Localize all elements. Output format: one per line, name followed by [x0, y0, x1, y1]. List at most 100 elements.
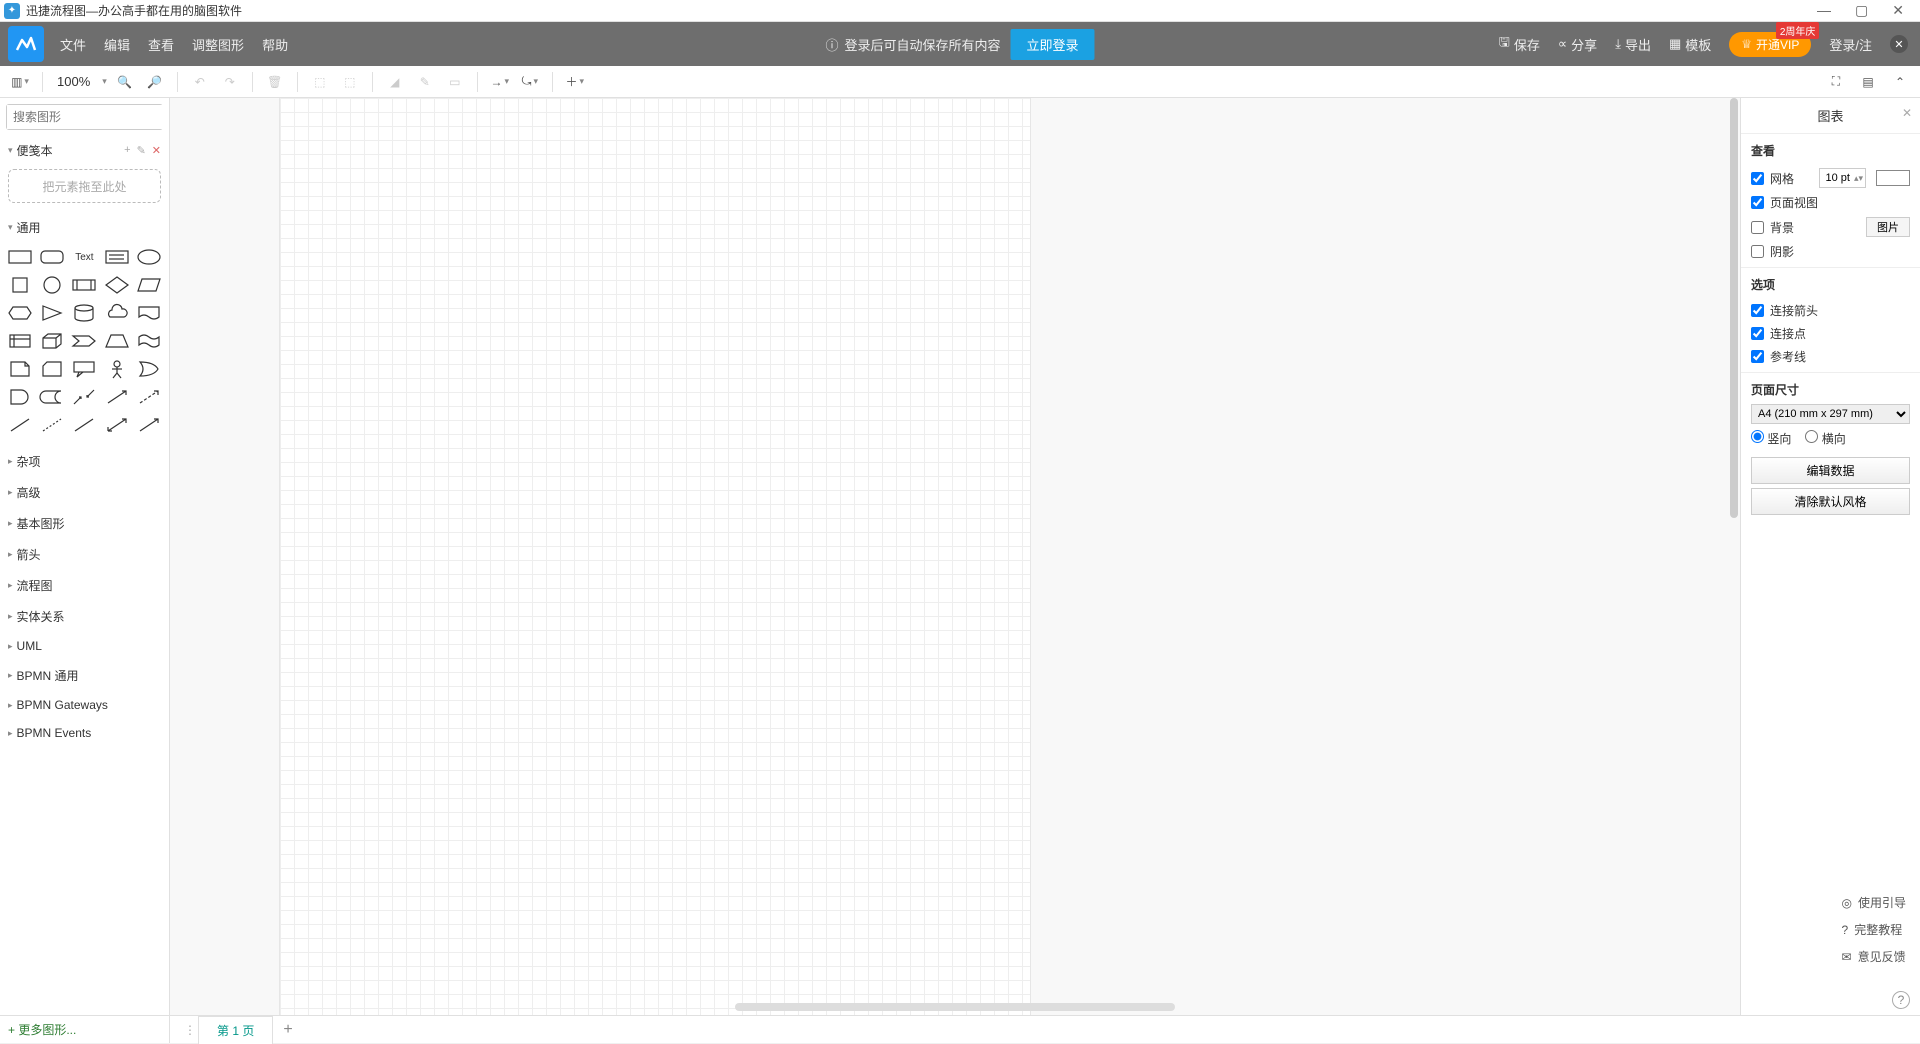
clear-style-button[interactable]: 清除默认风格: [1751, 488, 1910, 515]
login-now-button[interactable]: 立即登录: [1011, 29, 1095, 60]
login-register-link[interactable]: 登录/注: [1829, 35, 1872, 54]
panel-close-icon[interactable]: ✕: [1902, 106, 1912, 120]
page-size-select[interactable]: A4 (210 mm x 297 mm): [1751, 404, 1910, 424]
shape-hexagon[interactable]: [6, 302, 34, 324]
undo-button[interactable]: ↶: [188, 70, 212, 94]
page-tab-1[interactable]: 第 1 页: [198, 1016, 273, 1044]
landscape-radio[interactable]: [1805, 430, 1818, 443]
shape-dashed-line[interactable]: [38, 414, 66, 436]
category-arrows[interactable]: ▸箭头: [0, 539, 169, 570]
share-action[interactable]: ∝分享: [1558, 35, 1597, 54]
fill-color-button[interactable]: ◢: [383, 70, 407, 94]
help-feedback[interactable]: ✉意见反馈: [1842, 948, 1907, 965]
shape-process[interactable]: [70, 274, 98, 296]
waypoint-button[interactable]: ⤿▾: [518, 70, 542, 94]
portrait-radio[interactable]: [1751, 430, 1764, 443]
header-close-icon[interactable]: ✕: [1890, 35, 1908, 53]
line-color-button[interactable]: ✎: [413, 70, 437, 94]
vip-button[interactable]: ♕ 开通VIP 2周年庆: [1729, 32, 1811, 57]
scratchpad-header[interactable]: ▾ 便笺本 + ✎ ✕: [0, 136, 169, 165]
help-corner-icon[interactable]: ?: [1892, 991, 1910, 1009]
shape-line[interactable]: [6, 414, 34, 436]
grid-color-swatch[interactable]: [1876, 170, 1910, 186]
category-basic[interactable]: ▸基本图形: [0, 508, 169, 539]
shape-cylinder[interactable]: [70, 302, 98, 324]
shape-square[interactable]: [6, 274, 34, 296]
add-page-button[interactable]: +: [283, 1021, 292, 1039]
canvas-page[interactable]: [280, 98, 1030, 1015]
collapse-button[interactable]: ⌃: [1888, 70, 1912, 94]
shape-note[interactable]: [6, 358, 34, 380]
help-tutorial[interactable]: ?完整教程: [1842, 921, 1907, 938]
connection-button[interactable]: →▾: [488, 70, 512, 94]
app-logo[interactable]: [8, 26, 44, 62]
more-shapes-button[interactable]: + 更多图形...: [8, 1021, 76, 1038]
search-input[interactable]: [7, 105, 170, 129]
shape-triangle[interactable]: [38, 302, 66, 324]
portrait-radio-label[interactable]: 竖向: [1751, 430, 1791, 447]
export-action[interactable]: ⤓导出: [1615, 35, 1651, 54]
conn-points-checkbox[interactable]: [1751, 327, 1764, 340]
shape-line2[interactable]: [70, 414, 98, 436]
shape-rect[interactable]: [6, 246, 34, 268]
redo-button[interactable]: ↷: [218, 70, 242, 94]
shape-step[interactable]: [70, 330, 98, 352]
shape-diamond[interactable]: [103, 274, 131, 296]
page-setup-button[interactable]: ▥▾: [8, 70, 32, 94]
shadow-checkbox[interactable]: [1751, 245, 1764, 258]
shape-tape[interactable]: [135, 330, 163, 352]
zoom-in-button[interactable]: 🔍: [113, 70, 137, 94]
menu-edit[interactable]: 编辑: [104, 35, 130, 54]
grid-checkbox[interactable]: [1751, 172, 1764, 185]
shape-bidirectional-arrow[interactable]: [70, 386, 98, 408]
to-front-button[interactable]: ⬚: [308, 70, 332, 94]
category-misc[interactable]: ▸杂项: [0, 446, 169, 477]
landscape-radio-label[interactable]: 横向: [1805, 430, 1845, 447]
insert-button[interactable]: ＋▾: [563, 70, 587, 94]
edit-icon[interactable]: ✎: [137, 144, 146, 157]
shape-text[interactable]: Text: [70, 246, 98, 268]
shape-and[interactable]: [6, 386, 34, 408]
background-checkbox[interactable]: [1751, 221, 1764, 234]
grid-size-input[interactable]: [1820, 172, 1852, 184]
shape-directional[interactable]: [135, 414, 163, 436]
category-bpmn-events[interactable]: ▸BPMN Events: [0, 719, 169, 747]
format-panel-toggle[interactable]: ▤: [1856, 70, 1880, 94]
horizontal-scrollbar[interactable]: [735, 1003, 1175, 1011]
category-bpmn-gateways[interactable]: ▸BPMN Gateways: [0, 691, 169, 719]
shape-arrow-diag[interactable]: [103, 386, 131, 408]
menu-adjust[interactable]: 调整图形: [192, 35, 244, 54]
template-action[interactable]: ▦模板: [1669, 35, 1711, 54]
shape-internal-storage[interactable]: [6, 330, 34, 352]
shape-trapezoid[interactable]: [103, 330, 131, 352]
shape-cloud[interactable]: [103, 302, 131, 324]
zoom-out-button[interactable]: 🔎: [143, 70, 167, 94]
category-uml[interactable]: ▸UML: [0, 632, 169, 660]
conn-arrows-checkbox[interactable]: [1751, 304, 1764, 317]
minimize-button[interactable]: —: [1817, 2, 1831, 19]
page-view-checkbox[interactable]: [1751, 196, 1764, 209]
close-button[interactable]: ✕: [1892, 2, 1904, 19]
menu-view[interactable]: 查看: [148, 35, 174, 54]
canvas[interactable]: [170, 98, 1740, 1015]
guides-checkbox[interactable]: [1751, 350, 1764, 363]
shape-parallelogram[interactable]: [135, 274, 163, 296]
general-header[interactable]: ▾ 通用: [0, 213, 169, 242]
shape-cube[interactable]: [38, 330, 66, 352]
menu-file[interactable]: 文件: [60, 35, 86, 54]
add-icon[interactable]: +: [124, 144, 130, 157]
help-guide[interactable]: ◎使用引导: [1842, 894, 1907, 911]
scratchpad-dropzone[interactable]: 把元素拖至此处: [8, 169, 161, 203]
shadow-button[interactable]: ▭: [443, 70, 467, 94]
zoom-level[interactable]: 100%: [57, 74, 90, 89]
fullscreen-button[interactable]: ⛶: [1824, 70, 1848, 94]
shape-card[interactable]: [38, 358, 66, 380]
edit-data-button[interactable]: 编辑数据: [1751, 457, 1910, 484]
shape-ellipse[interactable]: [135, 246, 163, 268]
stepper-icon[interactable]: ▴▾: [1852, 173, 1865, 184]
close-icon[interactable]: ✕: [152, 144, 161, 157]
shape-circle[interactable]: [38, 274, 66, 296]
shape-bidir-line[interactable]: [103, 414, 131, 436]
shape-dashed-arrow[interactable]: [135, 386, 163, 408]
shape-or[interactable]: [135, 358, 163, 380]
